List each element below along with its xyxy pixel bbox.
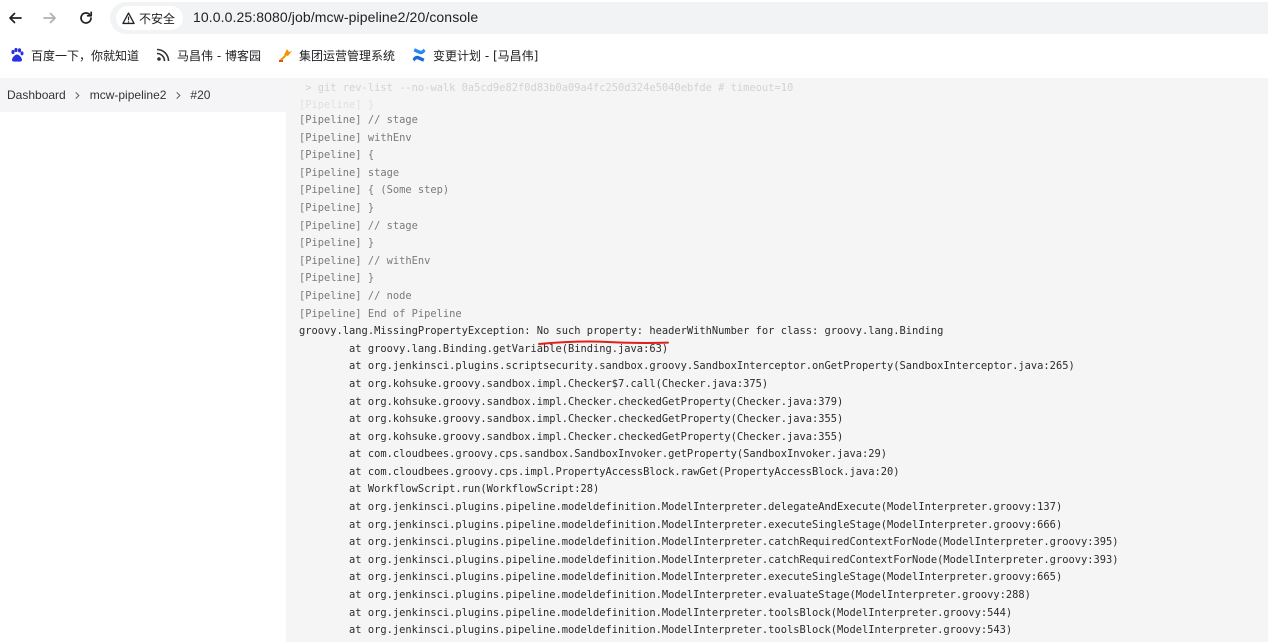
pipeline-log-line: [Pipeline] { — [299, 149, 375, 162]
back-button[interactable] — [1, 4, 29, 32]
stack-trace-line: at groovy.lang.Binding.getVariable(Bindi… — [299, 342, 669, 355]
stack-trace-line: at org.kohsuke.groovy.sandbox.impl.Check… — [299, 430, 844, 443]
stack-trace-line: at com.cloudbees.groovy.cps.sandbox.Sand… — [299, 448, 888, 461]
exception-line: groovy.lang.MissingPropertyException: No… — [299, 325, 944, 338]
stack-trace-line: at org.jenkinsci.plugins.pipeline.modeld… — [299, 518, 1063, 531]
breadcrumb-dashboard[interactable]: Dashboard — [7, 88, 66, 102]
security-label: 不安全 — [139, 11, 176, 26]
breadcrumb: Dashboard mcw-pipeline2 #20 — [0, 78, 286, 112]
pipeline-log-line: [Pipeline] } — [299, 201, 375, 214]
pipeline-log-line: [Pipeline] stage — [299, 166, 400, 179]
pipeline-log-line: [Pipeline] { (Some step) — [299, 184, 450, 197]
bookmark-cnblogs[interactable]: 马昌伟 - 博客园 — [151, 41, 265, 69]
pipeline-log-line: [Pipeline] // withEnv — [299, 254, 431, 267]
stack-trace-line: at org.jenkinsci.plugins.pipeline.modeld… — [299, 589, 1031, 602]
pipeline-log-line: [Pipeline] } — [299, 237, 375, 250]
chevron-right-icon — [166, 91, 190, 100]
address-bar[interactable]: 不安全 10.0.0.25:8080/job/mcw-pipeline2/20/… — [110, 2, 1268, 34]
bookmark-label: 马昌伟 - 博客园 — [177, 48, 261, 63]
pipeline-log-line: [Pipeline] // stage — [299, 219, 418, 232]
stack-trace-line: at org.jenkinsci.plugins.pipeline.modeld… — [299, 536, 1119, 549]
bookmark-baidu[interactable]: 百度一下，你就知道 — [5, 41, 143, 69]
stack-trace-line: at org.kohsuke.groovy.sandbox.impl.Check… — [299, 395, 844, 408]
pipeline-log-line: [Pipeline] withEnv — [299, 131, 412, 144]
pipeline-log-line: [Pipeline] // node — [299, 289, 412, 302]
url-text[interactable]: 10.0.0.25:8080/job/mcw-pipeline2/20/cons… — [193, 9, 478, 25]
breadcrumb-job[interactable]: mcw-pipeline2 — [90, 88, 167, 102]
bookmark-change-plan[interactable]: 变更计划 - [马昌伟] — [407, 41, 542, 69]
stack-trace-line: at org.jenkinsci.plugins.pipeline.modeld… — [299, 606, 1013, 619]
bookmark-ops-system[interactable]: 集团运营管理系统 — [273, 41, 399, 69]
back-arrow-icon — [9, 12, 22, 24]
stack-trace-line: at org.jenkinsci.plugins.scriptsecurity.… — [299, 360, 1075, 373]
pipeline-log-line: [Pipeline] // stage — [299, 114, 418, 126]
forward-arrow-icon — [43, 12, 56, 24]
pipeline-log-line: [Pipeline] End of Pipeline — [299, 307, 462, 320]
security-indicator[interactable]: 不安全 — [116, 6, 184, 30]
bookmarks-bar: 百度一下，你就知道 马昌伟 - 博客园 集团运营管理系统 变更计划 - [马昌伟… — [0, 36, 1268, 74]
stack-trace-line: at org.jenkinsci.plugins.pipeline.modeld… — [299, 624, 1013, 637]
stack-trace-line: at org.kohsuke.groovy.sandbox.impl.Check… — [299, 413, 844, 426]
reload-button[interactable] — [72, 4, 100, 32]
bookmark-label: 变更计划 - [马昌伟] — [433, 48, 539, 63]
stack-trace-line: at org.jenkinsci.plugins.pipeline.modeld… — [299, 501, 1063, 514]
console-faded-line: > git rev-list --no-walk 0a5cd9e82f0d83b… — [299, 82, 794, 94]
baidu-paw-icon — [9, 47, 25, 63]
stack-trace-line: at WorkflowScript.run(WorkflowScript:28) — [299, 483, 600, 496]
chevron-right-icon — [66, 91, 90, 100]
ops-system-icon — [277, 47, 293, 63]
cnblogs-icon — [155, 47, 171, 63]
reload-icon — [80, 11, 93, 24]
warning-triangle-icon — [122, 11, 135, 24]
console-output[interactable]: > git rev-list --no-walk 0a5cd9e82f0d83b… — [286, 78, 1268, 642]
pipeline-log-line: [Pipeline] } — [299, 272, 375, 285]
bookmark-label: 集团运营管理系统 — [298, 48, 395, 63]
forward-button[interactable] — [36, 4, 64, 32]
stack-trace-line: at org.kohsuke.groovy.sandbox.impl.Check… — [299, 377, 769, 390]
browser-toolbar: 不安全 10.0.0.25:8080/job/mcw-pipeline2/20/… — [0, 0, 1268, 36]
stack-trace-line: at org.jenkinsci.plugins.pipeline.modeld… — [299, 553, 1119, 566]
breadcrumb-build[interactable]: #20 — [190, 88, 210, 102]
stack-trace-line: at org.jenkinsci.plugins.pipeline.modeld… — [299, 571, 1063, 584]
console-lines: [Pipeline] // stage [Pipeline] withEnv [Pi… — [299, 112, 1119, 640]
stack-trace-line: at com.cloudbees.groovy.cps.impl.Propert… — [299, 465, 900, 478]
bookmark-label: 百度一下，你就知道 — [31, 48, 140, 63]
confluence-icon — [411, 47, 427, 63]
